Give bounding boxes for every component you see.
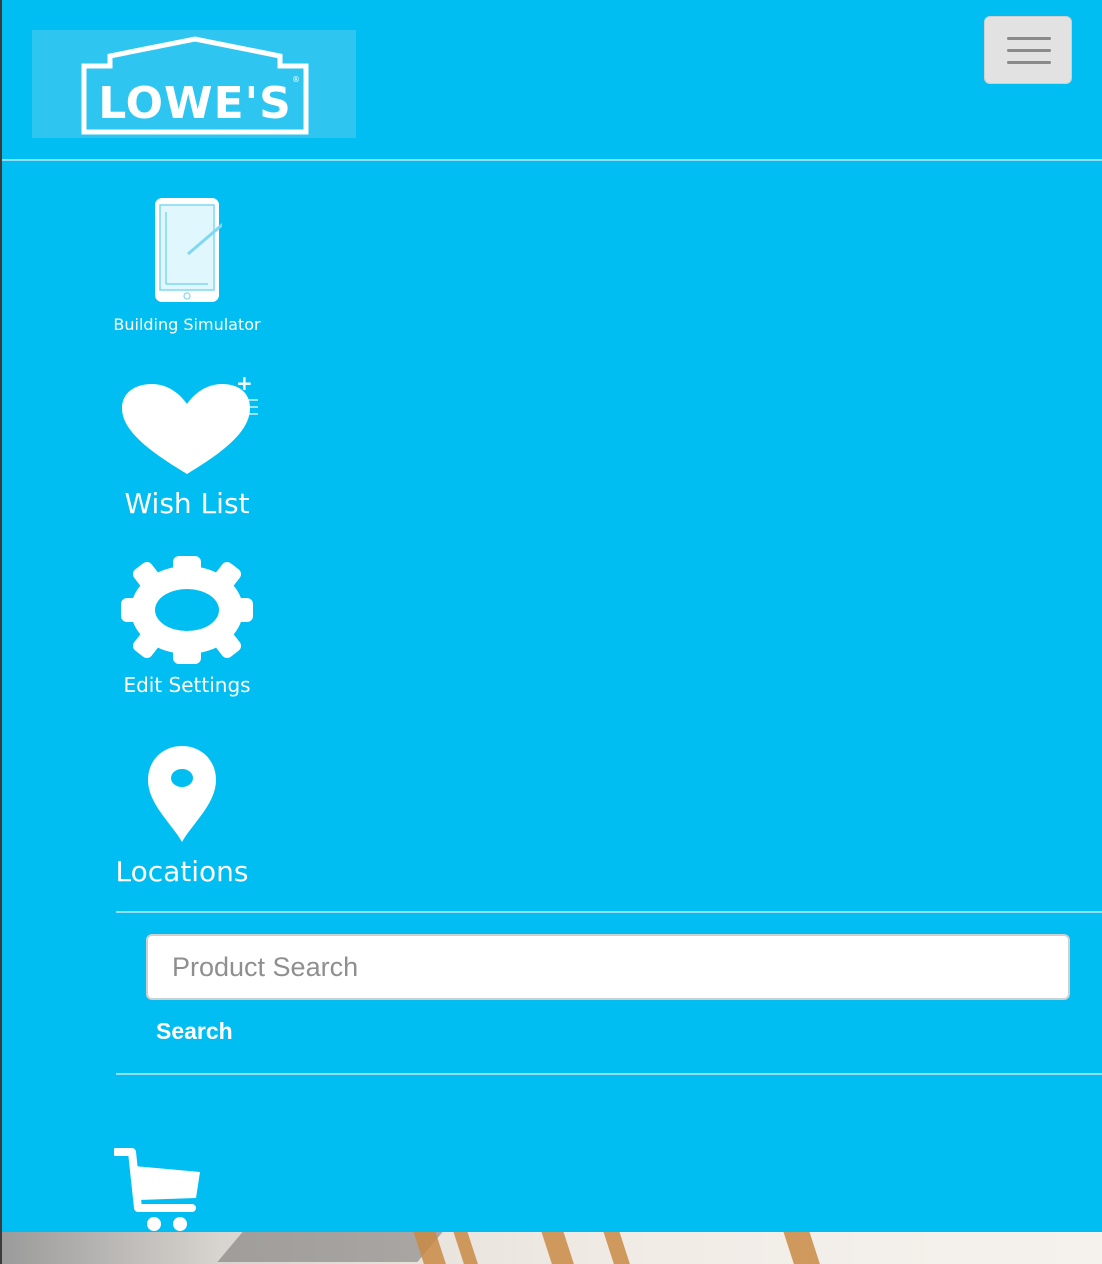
logo-wordmark: LOWE'S (98, 78, 292, 129)
page: LOWE'S ® Building Simulator + Wish List … (0, 0, 1102, 1264)
hamburger-line-icon (1007, 49, 1051, 52)
nav-label-wish-list: Wish List (124, 487, 250, 520)
lowes-logo-mark: LOWE'S ® (81, 36, 309, 135)
map-pin-icon (148, 746, 216, 842)
menu-toggle-button[interactable] (984, 16, 1072, 84)
nav-label-building-simulator: Building Simulator (113, 315, 261, 334)
nav-item-edit-settings[interactable]: Edit Settings (112, 556, 262, 697)
logo-registered-mark: ® (292, 75, 300, 84)
nav-item-wish-list[interactable]: + Wish List (112, 371, 262, 520)
hamburger-line-icon (1007, 61, 1051, 64)
hamburger-line-icon (1007, 37, 1051, 40)
nav-panel: LOWE'S ® Building Simulator + Wish List … (2, 0, 1102, 1232)
nav-item-building-simulator[interactable]: Building Simulator (112, 196, 262, 334)
nav-label-locations: Locations (115, 855, 249, 888)
svg-text:+: + (236, 374, 253, 395)
heart-plus-icon: + (122, 371, 258, 474)
header-divider (2, 159, 1102, 161)
nav-item-locations[interactable]: Locations (108, 742, 256, 888)
cart-button[interactable] (112, 1146, 204, 1237)
search-button[interactable]: Search (154, 1016, 235, 1047)
product-search-input[interactable] (146, 934, 1070, 1000)
search-top-divider (116, 911, 1102, 913)
gear-icon (121, 556, 253, 664)
nav-label-edit-settings: Edit Settings (123, 673, 251, 697)
lowes-logo[interactable]: LOWE'S ® (32, 30, 356, 138)
cart-icon (112, 1148, 200, 1231)
tablet-pen-icon (155, 198, 231, 302)
search-bottom-divider (116, 1073, 1102, 1075)
